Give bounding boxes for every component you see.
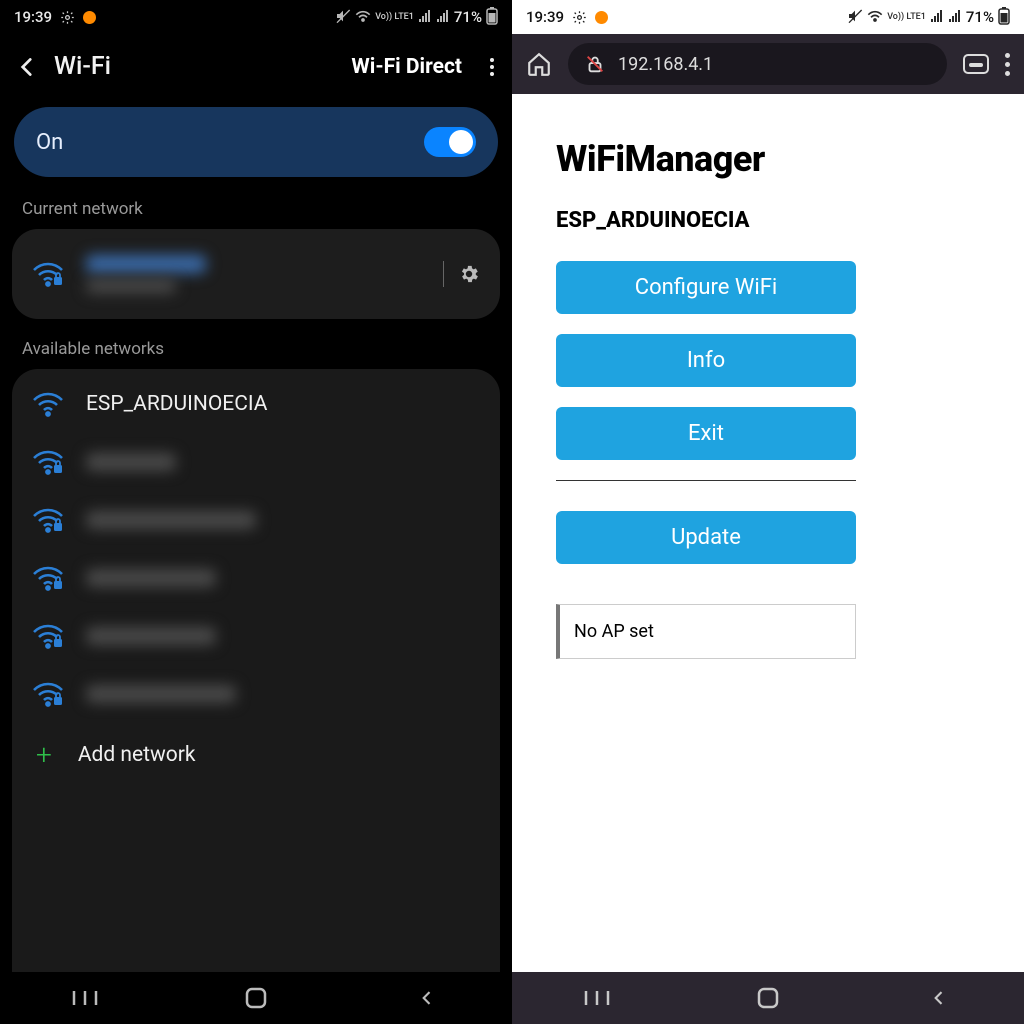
page-title: Wi-Fi: [54, 52, 111, 81]
wifi-locked-icon: [32, 681, 64, 707]
wifi-locked-icon: [32, 623, 64, 649]
divider: [443, 261, 444, 287]
add-network-button[interactable]: + Add network: [12, 723, 500, 787]
insecure-lock-icon: [584, 53, 606, 75]
status-message: No AP set: [556, 604, 856, 659]
settings-indicator-icon: [572, 10, 587, 25]
browser-wifimanager-screen: 19:39 Vo)) LTE1 71%: [512, 0, 1024, 1024]
update-button[interactable]: Update: [556, 511, 856, 564]
browser-url-bar: 192.168.4.1: [512, 34, 1024, 94]
signal-icon-2: [436, 10, 450, 25]
signal-icon-1: [418, 10, 432, 25]
wifi-status-icon: [867, 9, 883, 26]
nav-home-button[interactable]: [733, 986, 803, 1010]
network-name: ESP_ARDUINOECIA: [86, 392, 268, 416]
configure-wifi-button[interactable]: Configure WiFi: [556, 261, 856, 314]
android-nav-bar: [0, 972, 512, 1024]
nav-back-button[interactable]: [904, 988, 974, 1008]
ap-ssid: ESP_ARDUINOECIA: [556, 208, 980, 233]
battery-icon: [998, 7, 1010, 28]
network-name-blurred: [86, 627, 216, 645]
divider: [556, 480, 856, 481]
wifi-header: Wi-Fi Wi-Fi Direct: [0, 34, 512, 103]
network-row[interactable]: [12, 607, 500, 665]
settings-indicator-icon: [60, 10, 75, 25]
back-icon[interactable]: [14, 54, 40, 80]
wifimanager-page: WiFiManager ESP_ARDUINOECIA Configure Wi…: [512, 94, 1024, 659]
current-network-card[interactable]: [12, 229, 500, 319]
volte-label: Vo)) LTE1: [375, 13, 414, 22]
nav-recents-button[interactable]: [50, 989, 120, 1007]
add-network-label: Add network: [78, 743, 196, 767]
section-current-label: Current network: [0, 199, 512, 229]
wifi-locked-icon: [32, 261, 64, 287]
battery-icon: [486, 7, 498, 28]
current-network-sub-blurred: [86, 279, 176, 293]
available-networks-list: ESP_ARDUINOECIA + Add network: [12, 369, 500, 972]
status-time: 19:39: [526, 8, 564, 26]
status-time: 19:39: [14, 8, 52, 26]
wifi-locked-icon: [32, 449, 64, 475]
android-wifi-settings-screen: 19:39 Vo)) LTE1 71%: [0, 0, 512, 1024]
network-row[interactable]: [12, 433, 500, 491]
network-name-blurred: [86, 453, 176, 471]
wifi-direct-button[interactable]: Wi-Fi Direct: [351, 55, 462, 79]
volte-label: Vo)) LTE1: [887, 13, 926, 22]
wifi-locked-icon: [32, 507, 64, 533]
network-row[interactable]: [12, 549, 500, 607]
plus-icon: +: [36, 741, 52, 769]
android-nav-bar: [512, 972, 1024, 1024]
tabs-icon[interactable]: [963, 54, 989, 74]
recording-indicator-icon: [83, 11, 96, 24]
status-bar: 19:39 Vo)) LTE1 71%: [512, 0, 1024, 34]
recording-indicator-icon: [595, 11, 608, 24]
battery-percent: 71%: [966, 8, 994, 26]
wifi-locked-icon: [32, 565, 64, 591]
exit-button[interactable]: Exit: [556, 407, 856, 460]
browser-menu-icon[interactable]: [1005, 53, 1010, 76]
nav-recents-button[interactable]: [562, 989, 632, 1007]
wifi-status-icon: [355, 9, 371, 26]
network-name-blurred: [86, 569, 216, 587]
network-row[interactable]: [12, 665, 500, 723]
wifi-toggle-row[interactable]: On: [14, 107, 498, 177]
network-name-blurred: [86, 685, 236, 703]
info-button[interactable]: Info: [556, 334, 856, 387]
wifi-open-icon: [32, 391, 64, 417]
signal-icon-1: [930, 10, 944, 25]
current-network-name-blurred: [86, 255, 206, 273]
status-bar: 19:39 Vo)) LTE1 71%: [0, 0, 512, 34]
nav-back-button[interactable]: [392, 988, 462, 1008]
nav-home-button[interactable]: [221, 986, 291, 1010]
network-name-blurred: [86, 511, 256, 529]
network-row[interactable]: [12, 491, 500, 549]
battery-percent: 71%: [454, 8, 482, 26]
overflow-menu-icon[interactable]: [490, 58, 494, 76]
page-title: WiFiManager: [556, 138, 980, 180]
gear-icon[interactable]: [458, 263, 480, 285]
section-available-label: Available networks: [0, 339, 512, 369]
wifi-toggle-label: On: [36, 130, 63, 155]
network-row[interactable]: ESP_ARDUINOECIA: [12, 375, 500, 433]
url-text: 192.168.4.1: [618, 54, 713, 75]
signal-icon-2: [948, 10, 962, 25]
url-field[interactable]: 192.168.4.1: [568, 43, 947, 85]
mute-icon: [335, 8, 351, 27]
wifi-toggle-switch[interactable]: [424, 127, 476, 157]
home-icon[interactable]: [526, 51, 552, 77]
mute-icon: [847, 8, 863, 27]
